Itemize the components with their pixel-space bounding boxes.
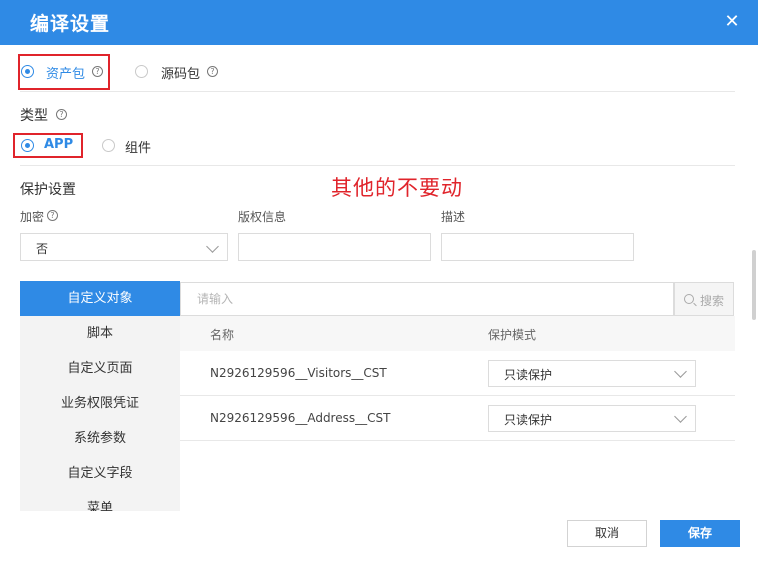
description-input[interactable]: [441, 233, 634, 261]
protection-mode-select[interactable]: 只读保护: [488, 360, 696, 387]
save-button[interactable]: 保存: [660, 520, 740, 547]
column-header-name: 名称: [210, 328, 235, 342]
copyright-label: 版权信息: [238, 210, 287, 224]
encrypt-label: 加密: [20, 210, 45, 224]
table-header: 名称 保护模式: [180, 316, 735, 351]
dialog-header: 编译设置 ✕: [0, 0, 758, 45]
help-icon[interactable]: ?: [56, 109, 67, 120]
dialog-scrollbar[interactable]: [752, 250, 756, 320]
divider: [20, 91, 735, 92]
table-row: N2926129596__Address__CST 只读保护: [180, 396, 735, 441]
radio-app[interactable]: [21, 139, 34, 152]
search-button[interactable]: 搜索: [674, 282, 734, 316]
chevron-down-icon: [206, 240, 219, 253]
encrypt-select[interactable]: 否: [20, 233, 228, 261]
copyright-input[interactable]: [238, 233, 431, 261]
annotation-text: 其他的不要动: [331, 176, 463, 200]
cancel-button[interactable]: 取消: [567, 520, 647, 547]
help-icon[interactable]: ?: [92, 66, 103, 77]
radio-source-package[interactable]: [135, 65, 148, 78]
cell-object-name: N2926129596__Address__CST: [210, 411, 391, 425]
object-type-sidebar: 自定义对象 脚本 自定义页面 业务权限凭证 系统参数 自定义字段 菜单: [20, 281, 180, 511]
sidebar-item-menu[interactable]: 菜单: [20, 491, 180, 511]
dialog-title: 编译设置: [30, 13, 111, 35]
protection-settings-title: 保护设置: [20, 182, 76, 198]
radio-component[interactable]: [102, 139, 115, 152]
chevron-down-icon: [674, 410, 687, 423]
sidebar-item-custom-page[interactable]: 自定义页面: [20, 351, 180, 386]
help-icon[interactable]: ?: [47, 210, 58, 221]
search-button-label: 搜索: [700, 294, 725, 308]
sidebar-item-business-permission[interactable]: 业务权限凭证: [20, 386, 180, 421]
chevron-down-icon: [674, 365, 687, 378]
radio-label-component[interactable]: 组件: [125, 137, 151, 156]
table-row: N2926129596__Visitors__CST 只读保护: [180, 351, 735, 396]
search-icon: [684, 294, 694, 304]
column-header-protection-mode: 保护模式: [488, 328, 537, 342]
radio-label-app[interactable]: APP: [44, 137, 73, 152]
search-input[interactable]: [180, 282, 674, 316]
radio-label-source-package[interactable]: 源码包: [161, 63, 200, 82]
cell-object-name: N2926129596__Visitors__CST: [210, 366, 387, 380]
protection-mode-value: 只读保护: [504, 413, 553, 427]
sidebar-item-script[interactable]: 脚本: [20, 316, 180, 351]
radio-label-asset-package[interactable]: 资产包: [46, 63, 85, 82]
sidebar-item-system-params[interactable]: 系统参数: [20, 421, 180, 456]
divider: [20, 165, 735, 166]
type-label: 类型: [20, 108, 48, 124]
sidebar-item-custom-object[interactable]: 自定义对象: [20, 281, 180, 316]
close-icon[interactable]: ✕: [722, 12, 742, 32]
description-label: 描述: [441, 210, 466, 224]
protection-mode-value: 只读保护: [504, 368, 553, 382]
radio-asset-package[interactable]: [21, 65, 34, 78]
protection-mode-select[interactable]: 只读保护: [488, 405, 696, 432]
encrypt-value: 否: [36, 242, 49, 256]
help-icon[interactable]: ?: [207, 66, 218, 77]
sidebar-item-custom-field[interactable]: 自定义字段: [20, 456, 180, 491]
